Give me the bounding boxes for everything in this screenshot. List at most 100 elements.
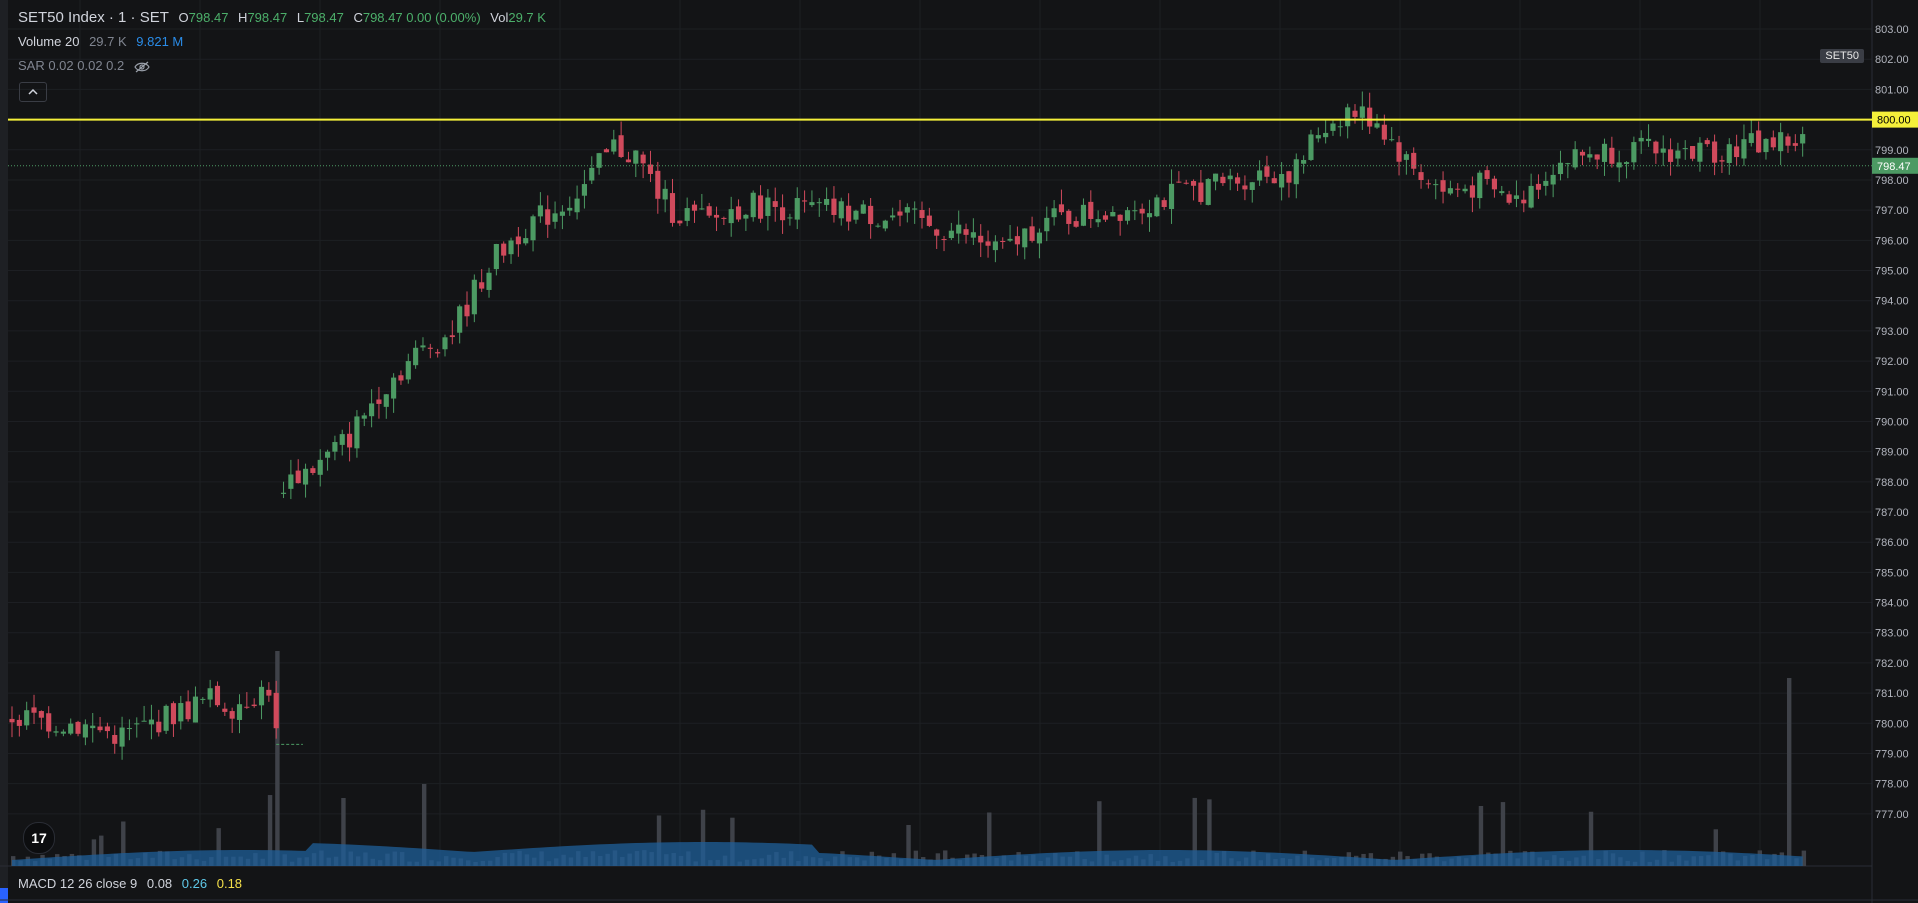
volume-bar <box>1786 678 1792 866</box>
candle-body <box>1066 210 1072 224</box>
candle-body <box>684 208 690 221</box>
last-price-label: 798.47 <box>1877 161 1911 173</box>
candle-body <box>1007 238 1013 241</box>
candle-body <box>1330 123 1336 131</box>
candle-body <box>1088 201 1094 219</box>
candle-body <box>1660 148 1666 153</box>
candle-body <box>1293 159 1299 185</box>
candle-body <box>9 718 15 723</box>
candle-body <box>706 206 712 216</box>
candle-body <box>1345 107 1351 127</box>
candle-body <box>978 235 984 243</box>
candle-body <box>207 688 213 700</box>
candle-body <box>926 215 932 226</box>
candle-body <box>163 705 169 731</box>
candle-body <box>1058 204 1065 213</box>
candle-body <box>1741 139 1747 159</box>
candle-body <box>1367 107 1373 127</box>
candle-body <box>170 703 177 725</box>
candle-body <box>1697 142 1703 162</box>
candle-body <box>1359 106 1365 118</box>
candle-body <box>361 415 367 419</box>
candle-body <box>1579 151 1586 156</box>
candle-body <box>1315 135 1321 139</box>
candle-body <box>1535 183 1542 190</box>
candle-body <box>948 230 954 239</box>
candle-body <box>1132 210 1138 212</box>
y-tick-label: 795.00 <box>1875 266 1909 278</box>
candle-body <box>1036 232 1042 244</box>
candle-body <box>508 240 514 255</box>
candle-body <box>1286 171 1292 183</box>
candle-body <box>302 468 309 485</box>
candle-body <box>1301 160 1307 164</box>
candle-body <box>1506 194 1512 203</box>
candle-body <box>420 345 426 348</box>
candle-body <box>1704 140 1710 145</box>
candle-body <box>625 159 632 163</box>
macd-value-2: 0.26 <box>181 876 208 891</box>
candle-body <box>90 725 96 729</box>
macd-legend[interactable]: MACD 12 26 close 9 0.08 0.26 0.18 <box>18 876 242 891</box>
macd-value-3: 0.18 <box>216 876 243 891</box>
y-tick-label: 799.00 <box>1875 145 1909 157</box>
tradingview-logo[interactable]: 17 <box>23 822 55 854</box>
y-tick-label: 786.00 <box>1875 537 1909 549</box>
candle-body <box>1235 177 1241 184</box>
candle-body <box>1227 175 1233 180</box>
candle-body <box>464 304 470 317</box>
collapse-legend-button[interactable] <box>19 82 47 102</box>
candle-body <box>1212 173 1219 182</box>
candle-body <box>200 698 206 700</box>
eye-hidden-icon[interactable] <box>134 61 150 73</box>
candle-body <box>1447 188 1453 194</box>
candle-body <box>1712 141 1718 163</box>
candle-body <box>1279 173 1285 188</box>
candle-body <box>1000 240 1006 242</box>
candle-body <box>1462 188 1468 192</box>
candle-body <box>603 149 610 153</box>
candle-body <box>677 220 683 224</box>
candle-body <box>1176 181 1182 183</box>
candle-body <box>1183 182 1189 184</box>
candle-body <box>611 139 617 152</box>
candle-body <box>38 711 44 718</box>
candle-body <box>16 719 22 726</box>
candle-body <box>1051 208 1057 218</box>
candle-body <box>1381 124 1387 140</box>
candle-body <box>229 711 235 719</box>
y-tick-label: 801.00 <box>1875 84 1909 96</box>
price-chart[interactable]: 803.00 802.00 801.00 800.00 799.00 798.00 797.… <box>0 0 1918 903</box>
candle-body <box>148 719 155 725</box>
sar-legend[interactable]: SAR 0.02 0.02 0.2 <box>18 58 150 73</box>
candle-body <box>728 209 734 224</box>
volume-legend[interactable]: Volume 20 29.7 K 9.821 M <box>18 34 183 49</box>
y-tick-label: 796.00 <box>1875 235 1909 247</box>
candle-body <box>1557 162 1564 175</box>
candle-body <box>1645 138 1652 141</box>
candle-body <box>53 731 59 733</box>
candle-body <box>853 210 859 220</box>
candle-body <box>427 347 433 349</box>
candle-body <box>31 707 37 713</box>
candle-body <box>493 243 499 270</box>
candle-body <box>119 727 125 747</box>
candle-body <box>236 704 243 720</box>
candle-body <box>1146 213 1153 218</box>
low-label: L <box>296 10 305 25</box>
candle-body <box>1154 197 1160 217</box>
candle-body <box>501 243 507 256</box>
candle-body <box>1198 182 1204 202</box>
candle-body <box>1609 147 1615 164</box>
candle-body <box>772 201 778 207</box>
candle-body <box>1719 160 1725 162</box>
candle-body <box>860 204 866 214</box>
candle-body <box>332 442 338 452</box>
candle-body <box>1623 162 1630 164</box>
candle-body <box>985 241 991 246</box>
candle-body <box>310 468 316 473</box>
symbol-title[interactable]: SET50 Index · 1 · SET <box>18 9 169 26</box>
candle-body <box>941 239 947 241</box>
candle-body <box>545 209 551 225</box>
candle-body <box>1205 179 1211 205</box>
